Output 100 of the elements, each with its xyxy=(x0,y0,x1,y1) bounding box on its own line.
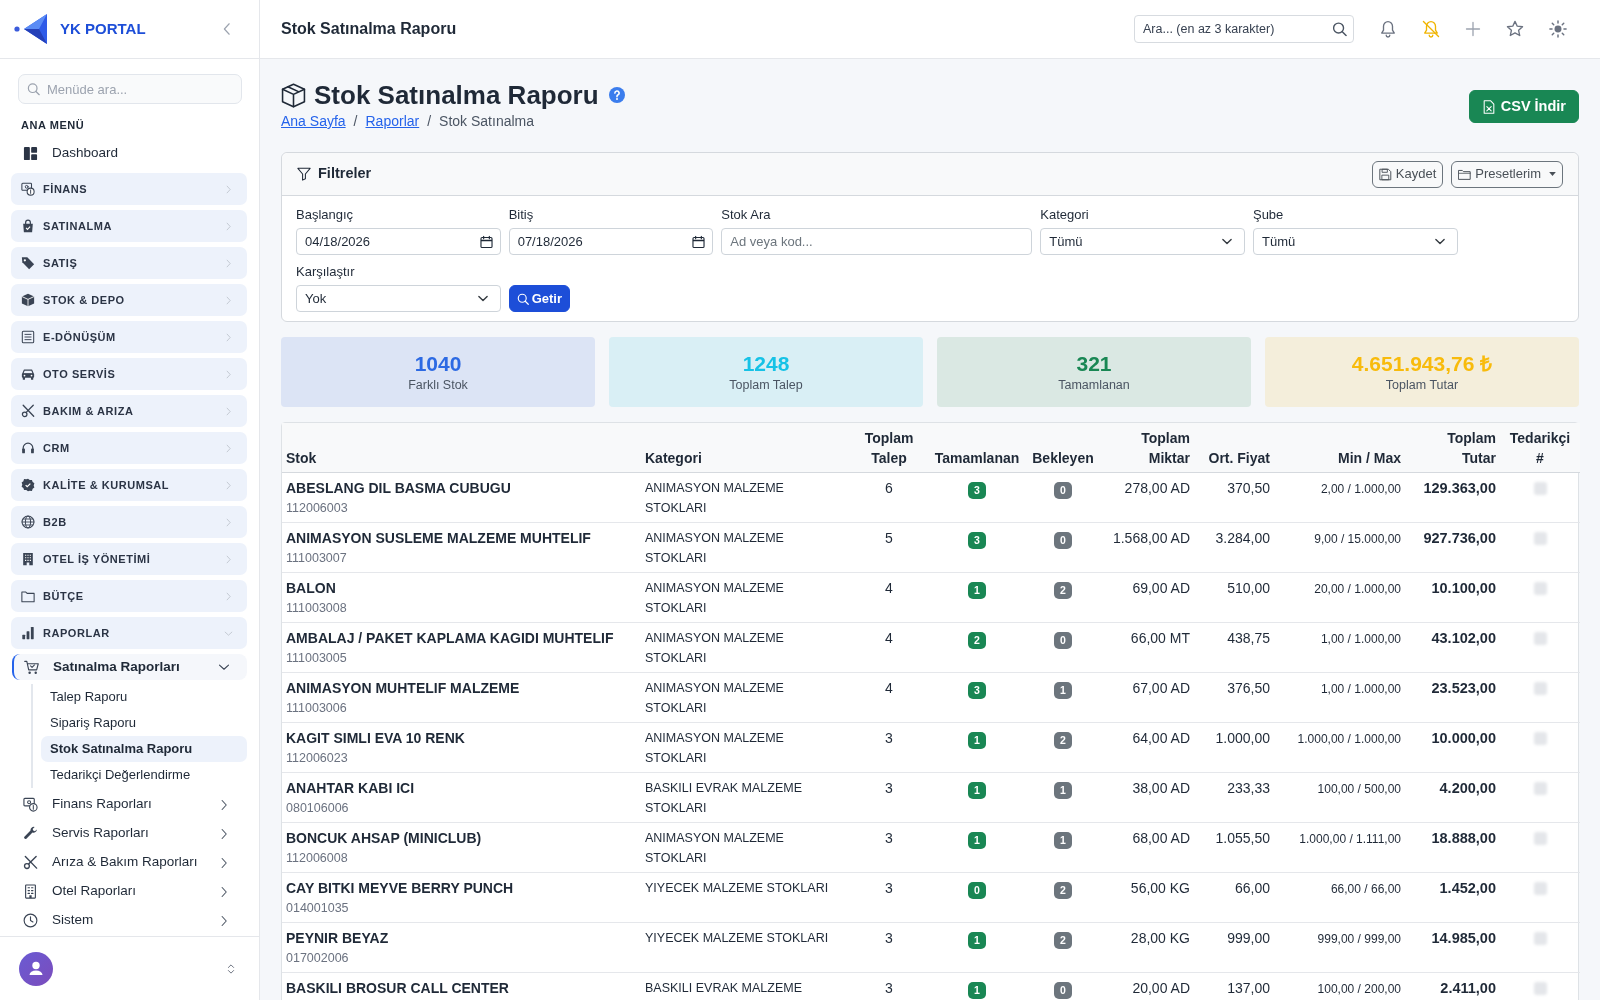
total-amount: 18.888,00 xyxy=(1431,830,1496,846)
field-label: Kategori xyxy=(1040,206,1090,224)
blurred-spot-icon xyxy=(1533,932,1547,945)
date-field[interactable]: 07/18/2026 xyxy=(508,228,714,255)
submenu-item[interactable]: Arıza & Bakım Raporları xyxy=(11,848,247,877)
global-search-field[interactable]: Ara... (en az 3 karakter) xyxy=(1134,15,1354,43)
sidebar-group[interactable]: SATIŞ xyxy=(11,247,247,279)
up-down-chevron-icon[interactable] xyxy=(225,961,237,976)
request-count: 4 xyxy=(885,680,893,696)
submenu-link[interactable]: Stok Satınalma Raporu xyxy=(41,736,247,762)
request-count: 4 xyxy=(885,580,893,596)
breadcrumb-link[interactable]: Raporlar xyxy=(365,111,420,131)
check-badge-icon xyxy=(21,478,35,492)
sidebar-group[interactable]: FİNANS xyxy=(11,173,247,205)
sidebar-group[interactable]: BÜTÇE xyxy=(11,580,247,612)
wrench-icon xyxy=(23,826,38,841)
category-name: ANIMASYON MALZEME STOKLARI xyxy=(645,630,785,667)
total-amount: 14.985,00 xyxy=(1431,930,1496,946)
category-name: BASKILI EVRAK MALZEME xyxy=(645,980,803,997)
sidebar-group[interactable]: STOK & DEPO xyxy=(11,284,247,316)
user-avatar-icon[interactable] xyxy=(19,951,53,986)
average-price: 438,75 xyxy=(1227,630,1270,646)
caret-down-icon xyxy=(1549,172,1556,176)
completed-count-badge: 3 xyxy=(968,532,986,549)
breadcrumb-link[interactable]: Ana Sayfa xyxy=(281,111,346,131)
chevron-right-icon xyxy=(224,554,233,564)
pending-count-badge: 2 xyxy=(1054,582,1072,599)
submenu-link[interactable]: Sipariş Raporu xyxy=(41,710,247,736)
stock-name: BASKILI BROSUR CALL CENTER xyxy=(286,979,510,998)
min-max-range: 66,00 / 66,00 xyxy=(1330,881,1401,897)
submenu-item[interactable]: Sistem xyxy=(11,906,247,935)
blurred-spot-icon xyxy=(1533,482,1547,495)
average-price: 510,00 xyxy=(1227,580,1270,596)
star-icon[interactable] xyxy=(1506,20,1524,38)
save-button[interactable]: Kaydet xyxy=(1371,160,1444,188)
category-name: ANIMASYON MALZEME STOKLARI xyxy=(645,730,785,767)
calendar-icon[interactable] xyxy=(479,235,493,248)
submenu-item[interactable]: Finans Raporları xyxy=(11,790,247,819)
quantity-value: 69,00 AD xyxy=(1132,580,1190,596)
min-max-range: 2,00 / 1.000,00 xyxy=(1320,481,1401,497)
chevron-right-icon xyxy=(224,184,233,194)
sidebar-group[interactable]: B2B xyxy=(11,506,247,538)
bag-icon xyxy=(21,219,35,233)
quantity-value: 28,00 KG xyxy=(1130,930,1190,946)
bar-chart-icon xyxy=(21,626,35,640)
submenu-link[interactable]: Talep Raporu xyxy=(41,684,247,710)
cube-icon xyxy=(281,82,306,108)
sidebar-group[interactable]: CRM xyxy=(11,432,247,464)
sidebar-group[interactable]: RAPORLAR xyxy=(11,617,247,649)
pending-count-badge: 1 xyxy=(1054,682,1072,699)
category-name: ANIMASYON MALZEME STOKLARI xyxy=(645,680,785,717)
submenu-item[interactable]: Otel Raporları xyxy=(11,877,247,906)
sidebar-group[interactable]: BAKIM & ARIZA xyxy=(11,395,247,427)
column-header: Ort. Fiyat xyxy=(1194,423,1274,473)
average-price: 233,33 xyxy=(1227,780,1270,796)
sidebar-link[interactable]: Dashboard xyxy=(11,140,247,166)
field-label: Şube xyxy=(1252,206,1285,224)
brand-name[interactable]: YK PORTAL xyxy=(60,17,146,41)
logo-icon[interactable] xyxy=(14,13,48,45)
tools-icon xyxy=(21,404,35,418)
submenu-item[interactable]: Satınalma Raporları xyxy=(12,654,247,680)
submenu-link[interactable]: Tedarikçi Değerlendirme xyxy=(41,762,247,788)
column-header: Toplam Miktar xyxy=(1099,423,1194,473)
stock-name: KAGIT SIMLI EVA 10 RENK xyxy=(286,729,466,748)
column-header: Toplam Tutar xyxy=(1405,423,1500,473)
funnel-icon xyxy=(297,167,311,181)
pending-count-badge: 2 xyxy=(1054,732,1072,749)
select-field[interactable]: Tümü xyxy=(1040,228,1245,255)
min-max-range: 1,00 / 1.000,00 xyxy=(1320,681,1401,697)
breadcrumb-separator: / xyxy=(427,112,432,131)
search-field[interactable]: Ad veya kod... xyxy=(721,228,1033,255)
date-field[interactable]: 04/18/2026 xyxy=(296,228,501,255)
chevron-right-icon xyxy=(224,443,233,453)
csv-download-button[interactable]: CSV İndir xyxy=(1468,90,1579,123)
sidebar-group[interactable]: KALİTE & KURUMSAL xyxy=(11,469,247,501)
sidebar-group[interactable]: E-DÖNÜŞÜM xyxy=(11,321,247,353)
sidebar-group[interactable]: OTEL İŞ YÖNETİMİ xyxy=(11,543,247,575)
quantity-value: 20,00 AD xyxy=(1132,980,1190,996)
select-field[interactable]: Tümü xyxy=(1252,228,1458,255)
breadcrumb-current: Stok Satınalma xyxy=(439,112,535,131)
calendar-icon[interactable] xyxy=(692,235,706,248)
blurred-spot-icon xyxy=(1533,732,1547,745)
sidebar-group[interactable]: OTO SERVİS xyxy=(11,358,247,390)
pending-count-badge: 0 xyxy=(1054,532,1072,549)
min-max-range: 1.000,00 / 1.111,00 xyxy=(1299,831,1401,847)
sidebar-group[interactable]: SATINALMA xyxy=(11,210,247,242)
stock-code: 017002006 xyxy=(286,950,350,967)
submit-button[interactable]: Getir xyxy=(508,285,570,312)
stock-code: 080106006 xyxy=(286,800,350,817)
help-icon[interactable] xyxy=(608,87,625,103)
menu-search-field[interactable]: Menüde ara... xyxy=(18,74,242,104)
presets-dropdown-button[interactable]: Presetlerim xyxy=(1451,160,1563,188)
chevron-right-icon xyxy=(224,221,233,231)
select-field[interactable]: Yok xyxy=(296,285,501,312)
submenu-item[interactable]: Servis Raporları xyxy=(11,819,247,848)
stock-code: 111003006 xyxy=(286,700,348,717)
bell-icon[interactable] xyxy=(1379,20,1397,38)
total-amount: 4.200,00 xyxy=(1439,780,1496,796)
column-header: Kategori xyxy=(641,423,851,473)
sun-icon[interactable] xyxy=(1549,20,1567,38)
